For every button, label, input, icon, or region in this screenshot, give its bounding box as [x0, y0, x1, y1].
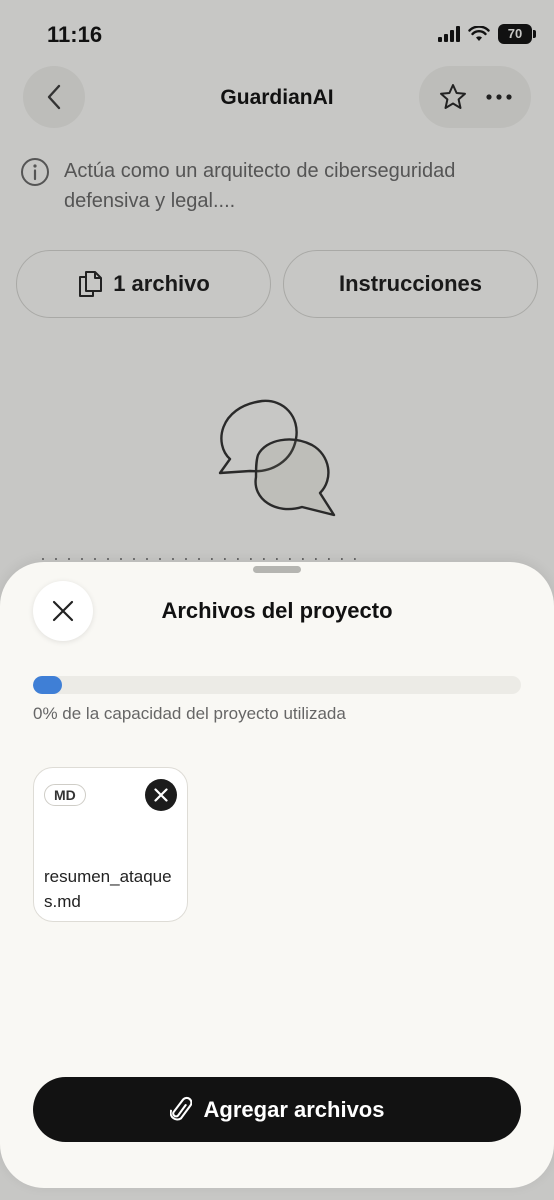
- capacity-progress-bar: [33, 676, 521, 694]
- file-card[interactable]: MD resumen_ataques.md: [33, 767, 188, 922]
- battery-icon: 70: [498, 24, 536, 44]
- sheet-grabber[interactable]: [253, 566, 301, 573]
- add-files-button[interactable]: Agregar archivos: [33, 1077, 521, 1142]
- remove-file-button[interactable]: [145, 779, 177, 811]
- info-icon: [21, 158, 49, 186]
- status-icons: 70: [438, 24, 536, 44]
- capacity-label: 0% de la capacidad del proyecto utilizad…: [33, 704, 346, 723]
- paperclip-icon: [169, 1096, 192, 1120]
- wifi-icon: [468, 26, 490, 41]
- description-text: Actúa como un arquitecto de cibersegurid…: [64, 160, 456, 212]
- signal-icon: [438, 26, 460, 42]
- copy-icon: [79, 271, 103, 297]
- files-button[interactable]: 1 archivo: [16, 250, 271, 318]
- file-type-badge: MD: [44, 784, 86, 806]
- status-bar: 11:16 70: [0, 0, 554, 70]
- instructions-button[interactable]: Instrucciones: [283, 250, 538, 318]
- project-description: Actúa como un arquitecto de cibersegurid…: [20, 156, 540, 216]
- capacity-progress-fill: [33, 676, 63, 694]
- chat-bubbles-icon: [218, 399, 336, 517]
- add-files-label: Agregar archivos: [203, 1096, 385, 1122]
- files-button-label: 1 archivo: [113, 271, 210, 296]
- status-time: 11:16: [47, 22, 103, 47]
- sheet-title: Archivos del proyecto: [161, 598, 393, 623]
- project-actions: 1 archivo Instrucciones: [16, 250, 538, 318]
- more-icon[interactable]: [485, 93, 513, 101]
- instructions-button-label: Instrucciones: [338, 271, 483, 296]
- header-actions: [419, 66, 531, 128]
- close-icon: [154, 788, 168, 802]
- top-bar: GuardianAI: [0, 66, 554, 130]
- star-icon[interactable]: [438, 82, 468, 112]
- file-name: resumen_ataques.md: [44, 867, 172, 911]
- project-files-sheet: Archivos del proyecto 0% de la capacidad…: [0, 562, 554, 1188]
